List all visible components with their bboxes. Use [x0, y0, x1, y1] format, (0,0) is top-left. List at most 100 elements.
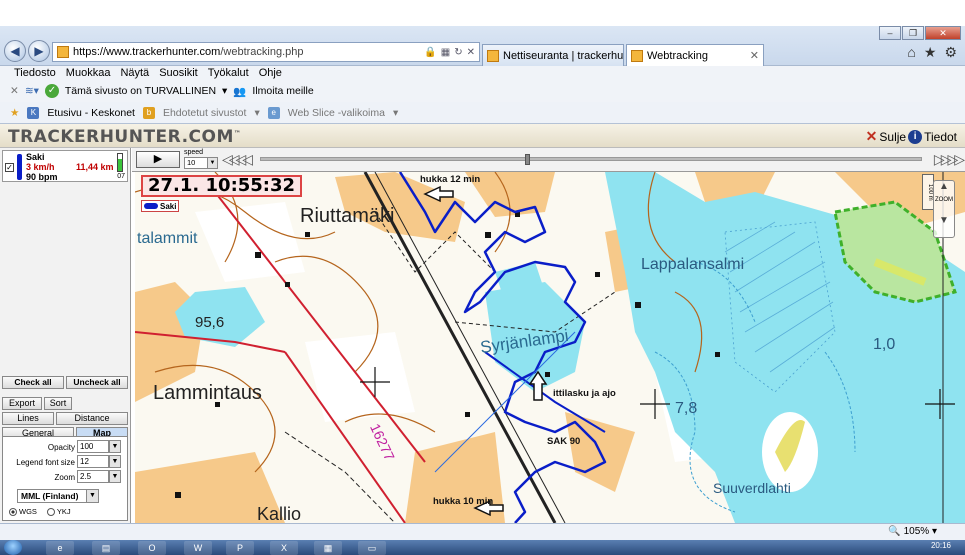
- status-bar: 🔍 105% ▾: [0, 523, 965, 540]
- zoom-select[interactable]: 2.5: [77, 470, 109, 483]
- tab-sort[interactable]: Sort: [44, 397, 72, 410]
- tracker-heart-rate: 90 bpm: [26, 172, 58, 182]
- speed-label: speed: [184, 149, 204, 156]
- tracker-checkbox[interactable]: ✓: [5, 163, 14, 172]
- chevron-down-icon[interactable]: ▼: [86, 490, 98, 502]
- start-button[interactable]: [4, 540, 22, 555]
- opacity-select[interactable]: 100: [77, 440, 109, 453]
- uncheck-all-button[interactable]: Uncheck all: [66, 376, 128, 389]
- chevron-down-icon[interactable]: ▾: [222, 85, 227, 97]
- report-label[interactable]: Ilmoita meille: [252, 85, 313, 97]
- place-name-talammit: talammit: [137, 230, 198, 247]
- zoom-level[interactable]: 🔍 105% ▾: [888, 526, 937, 537]
- menu-item-help[interactable]: Ohje: [259, 66, 282, 80]
- radio-ykj[interactable]: YKJ: [46, 507, 71, 517]
- zoom-label: Zoom: [54, 473, 75, 482]
- map-legend: Saki: [141, 200, 180, 212]
- back-arrow-icon[interactable]: ◀: [4, 40, 26, 62]
- opacity-row: Opacity 100 ▼: [3, 440, 127, 454]
- close-toolbar-icon[interactable]: ✕: [10, 85, 19, 97]
- star-icon[interactable]: ★: [924, 44, 937, 61]
- favorite-etusivu[interactable]: Etusivu - Keskonet: [47, 107, 135, 119]
- tab-lines[interactable]: Lines: [2, 412, 54, 425]
- speed-select[interactable]: 10 ▼: [184, 157, 218, 169]
- zoom-out-icon[interactable]: ▼: [934, 215, 954, 227]
- play-button[interactable]: ▶: [136, 151, 180, 168]
- tab-export[interactable]: Export: [2, 397, 42, 410]
- maximize-icon[interactable]: ❐: [902, 26, 924, 40]
- excel-taskbar-icon[interactable]: X: [270, 541, 298, 555]
- zoom-label: ZOOM: [935, 197, 953, 203]
- outlook-taskbar-icon[interactable]: O: [138, 541, 166, 555]
- command-bar: ✕ ≋▾ ✓ Tämä sivusto on TURVALLINEN ▾ 👥 I…: [0, 80, 965, 102]
- menu-item-favorites[interactable]: Suosikit: [159, 66, 198, 80]
- close-icon[interactable]: ✕: [866, 128, 878, 145]
- gear-icon[interactable]: ⚙: [944, 44, 957, 61]
- tracker-color-swatch: [17, 154, 22, 180]
- tracker-row[interactable]: ✓ Saki 3 km/h 90 bpm 11,44 km 07: [2, 150, 128, 182]
- chevron-down-icon[interactable]: ▼: [109, 440, 121, 453]
- check-all-button[interactable]: Check all: [2, 376, 64, 389]
- info-button[interactable]: Tiedot: [924, 130, 957, 144]
- address-bar[interactable]: https://www.trackerhunter.com/webtrackin…: [52, 42, 480, 62]
- favorite-suggested[interactable]: Ehdotetut sivustot: [163, 107, 246, 119]
- legend-font-select[interactable]: 12: [77, 455, 109, 468]
- legend-swatch: [144, 203, 158, 209]
- explorer-taskbar-icon[interactable]: ▤: [92, 541, 120, 555]
- menu-item-view[interactable]: Näytä: [120, 66, 149, 80]
- close-window-icon[interactable]: ✕: [925, 26, 961, 40]
- map-type-select[interactable]: MML (Finland) ▼: [17, 489, 99, 503]
- wifi-icon[interactable]: ≋▾: [25, 85, 39, 97]
- depth-label: 7,8: [675, 400, 698, 417]
- chevron-down-icon[interactable]: ▼: [109, 455, 121, 468]
- menu-item-edit[interactable]: Muokkaa: [66, 66, 111, 80]
- chevron-down-icon[interactable]: ▼: [207, 158, 217, 168]
- zoom-in-icon[interactable]: ▲: [934, 181, 954, 193]
- tab-favicon-icon: [487, 49, 499, 62]
- lock-icon[interactable]: 🔒: [424, 47, 436, 58]
- compat-icon[interactable]: ▦: [441, 47, 450, 58]
- ie-taskbar-icon[interactable]: e: [46, 541, 74, 555]
- menu-item-file[interactable]: Tiedosto: [14, 66, 56, 80]
- tab-distance[interactable]: Distance: [56, 412, 128, 425]
- check-icon: ✓: [44, 84, 59, 98]
- opacity-label: Opacity: [47, 443, 75, 452]
- fast-forward-icon[interactable]: ▷▷▷▷: [934, 151, 965, 168]
- timeline-thumb[interactable]: [525, 154, 530, 165]
- favorites-bar: ★ K Etusivu - Keskonet b Ehdotetut sivus…: [0, 102, 965, 124]
- place-name-kallio: Kallio: [257, 504, 302, 523]
- forward-arrow-icon[interactable]: ▶: [28, 40, 50, 62]
- menu-item-tools[interactable]: Työkalut: [208, 66, 249, 80]
- chevron-down-icon[interactable]: ▾: [393, 107, 398, 119]
- tracker-distance: 11,44 km: [76, 162, 114, 172]
- tab-nettiseuranta[interactable]: Nettiseuranta | trackerhunter.c...: [482, 44, 624, 66]
- safe-site-label[interactable]: Tämä sivusto on TURVALLINEN: [65, 85, 216, 97]
- refresh-icon[interactable]: ↻: [454, 47, 462, 58]
- word-taskbar-icon[interactable]: W: [184, 541, 212, 555]
- home-icon[interactable]: ⌂: [907, 44, 915, 61]
- radio-wgs[interactable]: WGS: [9, 507, 37, 517]
- window-taskbar-icon[interactable]: ▭: [358, 541, 386, 555]
- stop-icon[interactable]: ✕: [467, 47, 475, 58]
- rewind-icon[interactable]: ◁◁◁◁: [222, 151, 253, 168]
- close-button[interactable]: Sulje: [879, 130, 906, 144]
- favorite-web-slice[interactable]: Web Slice -valikoima: [288, 107, 385, 119]
- browser-chrome: – ❐ ✕ ◀ ▶ https://www.trackerhunter.com/…: [0, 26, 965, 66]
- powerpoint-taskbar-icon[interactable]: P: [226, 541, 254, 555]
- place-name-lappalansalmi: Lappalansalmi: [641, 256, 745, 273]
- app-header: TRACKERHUNTER.COM™ ✕ Sulje i Tiedot: [0, 124, 965, 148]
- chevron-down-icon[interactable]: ▼: [109, 470, 121, 483]
- tab-webtracking[interactable]: Webtracking ✕: [626, 44, 764, 66]
- map-view[interactable]: 27.1. 10:55:32 Saki Riuttamäki Lappalans…: [135, 172, 965, 523]
- favorites-star-icon[interactable]: ★: [10, 107, 19, 119]
- zoom-control[interactable]: ▲ ZOOM ▼: [933, 180, 955, 238]
- battery-icon: [117, 153, 123, 172]
- chevron-down-icon[interactable]: ▾: [254, 107, 259, 119]
- tab-close-icon[interactable]: ✕: [750, 49, 759, 62]
- minimize-icon[interactable]: –: [879, 26, 901, 40]
- info-icon[interactable]: i: [908, 129, 923, 144]
- address-url[interactable]: https://www.trackerhunter.com/webtrackin…: [73, 46, 420, 58]
- tab-label: Webtracking: [647, 49, 708, 62]
- app-taskbar-icon[interactable]: ▦: [314, 541, 342, 555]
- timeline-slider[interactable]: [260, 154, 922, 165]
